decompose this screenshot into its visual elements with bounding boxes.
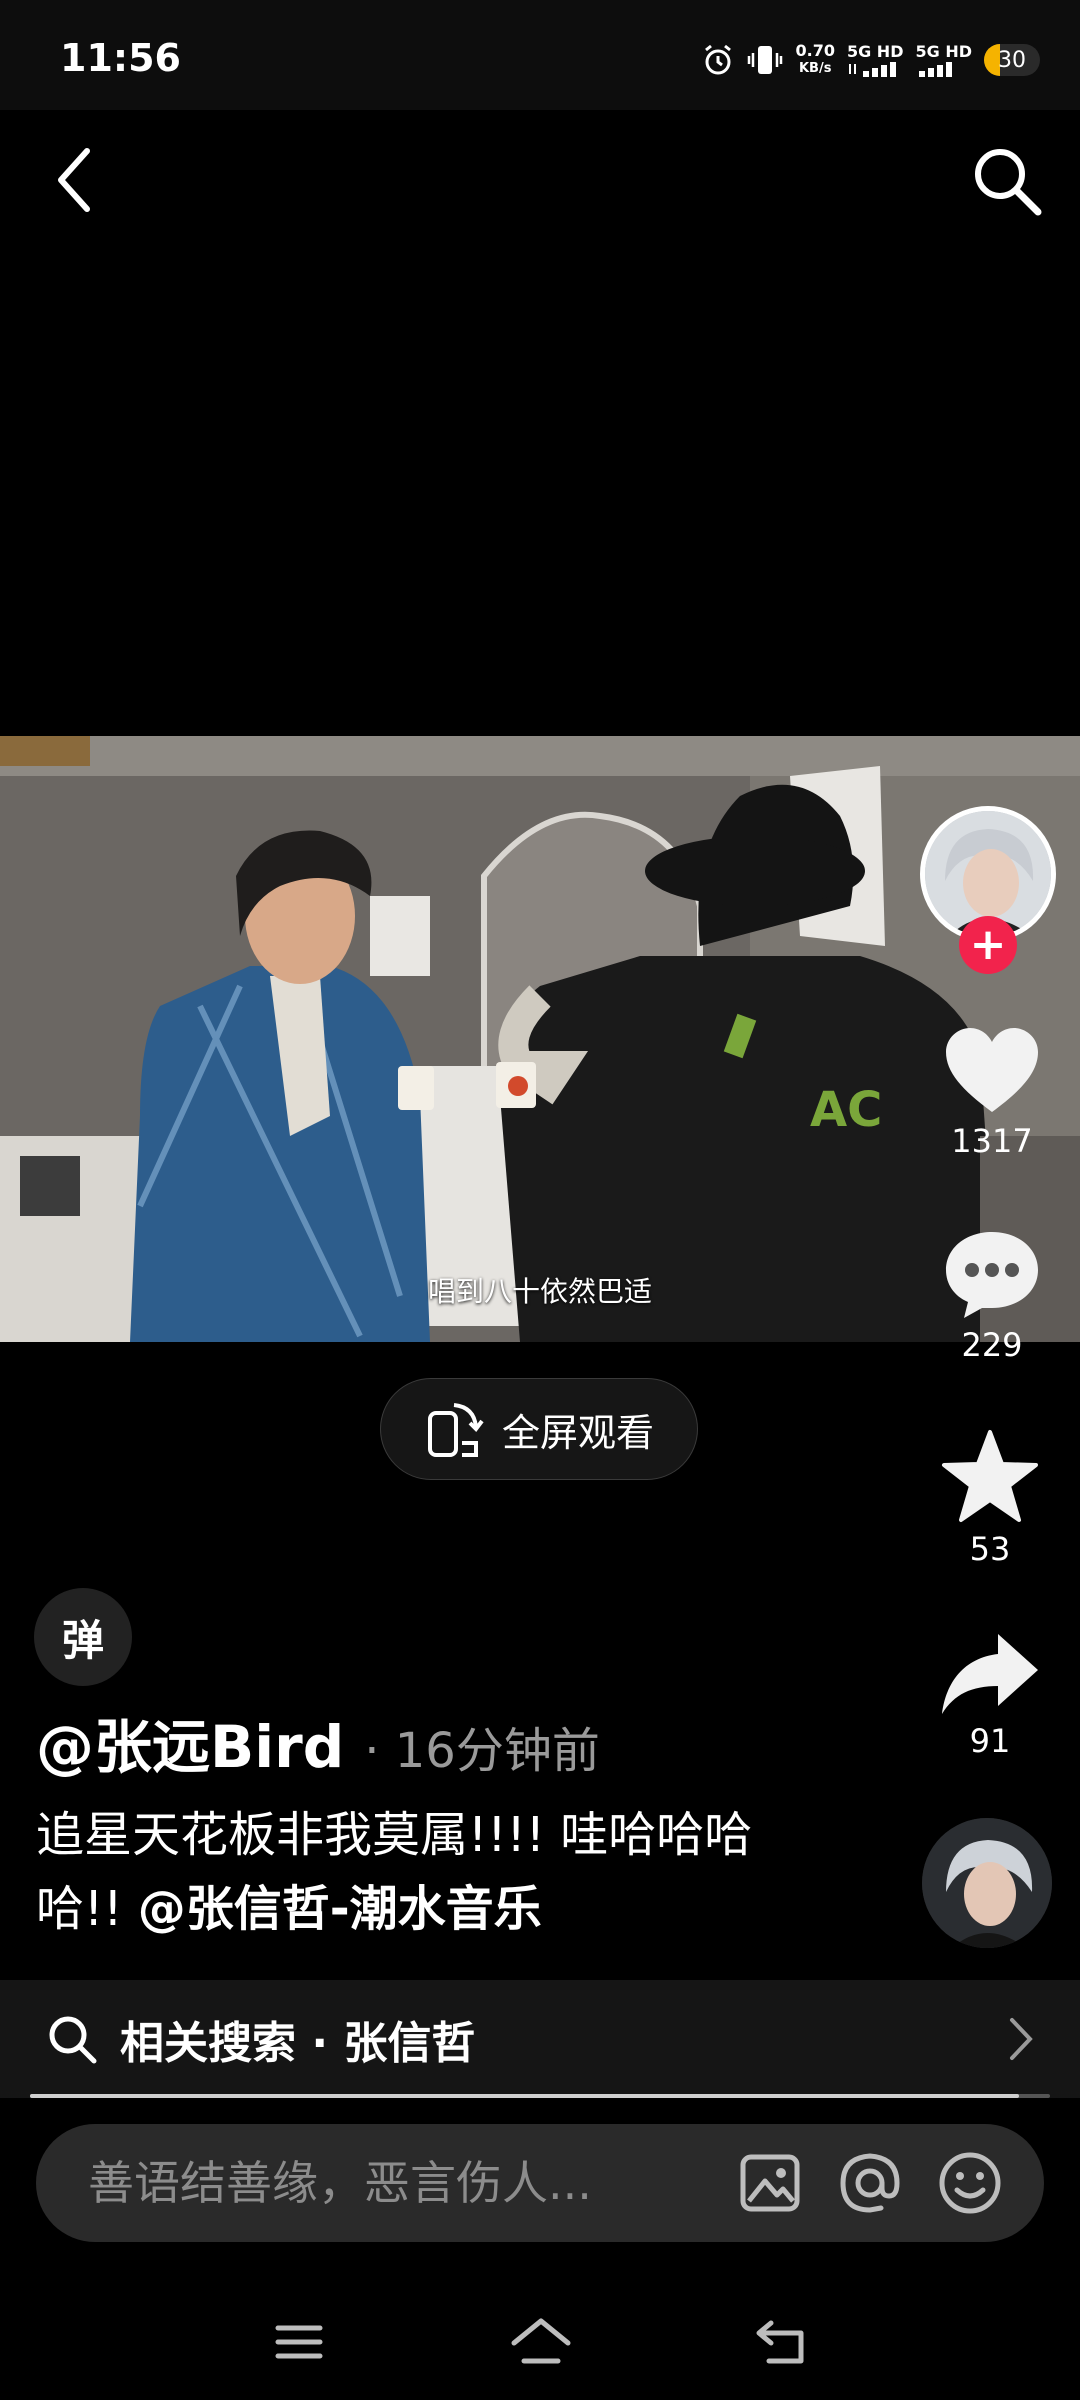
author-name[interactable]: @张远Bird bbox=[36, 1700, 344, 1784]
video-subtitle: 唱到八十依然巴适 bbox=[427, 1275, 652, 1308]
chevron-left-icon bbox=[58, 148, 90, 212]
smiley-icon bbox=[939, 2152, 1001, 2214]
home-button[interactable] bbox=[496, 2302, 586, 2382]
back-nav-button[interactable] bbox=[736, 2302, 826, 2382]
favorite-button[interactable]: 53 bbox=[920, 1428, 1060, 1568]
star-icon bbox=[942, 1430, 1038, 1522]
share-count: 91 bbox=[969, 1722, 1011, 1760]
music-disc-button[interactable] bbox=[922, 1818, 1052, 1948]
sim1-signal: 5G HD bbox=[846, 42, 904, 77]
net-speed-value: 0.70 bbox=[795, 41, 835, 60]
back-arrow-icon bbox=[756, 2320, 804, 2364]
comment-button[interactable]: 229 bbox=[922, 1228, 1062, 1364]
image-icon bbox=[740, 2154, 800, 2212]
danmu-label: 弹 bbox=[61, 1615, 104, 1665]
status-bar: 11:56 0.70 KB/s 5G HD 5G HD 30 bbox=[0, 0, 1080, 110]
like-button[interactable]: 1317 bbox=[922, 1026, 1062, 1160]
back-button[interactable] bbox=[34, 140, 114, 220]
sim1-label: 5G HD bbox=[846, 42, 904, 61]
author-line: @张远Bird · 16分钟前 bbox=[36, 1700, 600, 1784]
battery-indicator: 30 bbox=[984, 44, 1040, 76]
home-icon bbox=[511, 2318, 571, 2364]
menu-icon bbox=[275, 2325, 323, 2359]
mention-button[interactable] bbox=[820, 2133, 920, 2233]
music-disc-cover bbox=[922, 1818, 1052, 1948]
related-search-bar[interactable]: 相关搜索 · 张信哲 bbox=[0, 1980, 1080, 2098]
like-count: 1317 bbox=[951, 1122, 1033, 1160]
svg-text:AC: AC bbox=[810, 1082, 882, 1138]
emoji-button[interactable] bbox=[920, 2133, 1020, 2233]
search-icon bbox=[975, 149, 1042, 216]
comment-count: 229 bbox=[961, 1326, 1023, 1364]
chevron-right-icon bbox=[1010, 2018, 1033, 2060]
playback-progress[interactable] bbox=[30, 2094, 1050, 2098]
mention-link[interactable]: @张信哲-潮水音乐 bbox=[138, 1881, 542, 1937]
rotate-screen-icon bbox=[427, 1403, 484, 1457]
favorite-count: 53 bbox=[969, 1530, 1011, 1568]
net-speed-unit: KB/s bbox=[798, 61, 832, 76]
comment-input[interactable] bbox=[86, 2155, 720, 2211]
net-speed: 0.70 KB/s bbox=[795, 42, 834, 78]
signal-icon bbox=[919, 62, 953, 77]
battery-level: 30 bbox=[998, 47, 1026, 73]
danmu-toggle-button[interactable]: 弹 bbox=[34, 1588, 132, 1686]
menu-button[interactable] bbox=[254, 2302, 344, 2382]
signal-icon bbox=[848, 62, 896, 77]
sim2-signal: 5G HD bbox=[915, 43, 972, 77]
status-icons: 0.70 KB/s 5G HD 5G HD 30 bbox=[701, 38, 1040, 82]
heart-icon bbox=[946, 1028, 1038, 1112]
share-button[interactable]: 91 bbox=[920, 1630, 1060, 1760]
post-time: · 16分钟前 bbox=[364, 1723, 600, 1779]
image-button[interactable] bbox=[720, 2133, 820, 2233]
sim2-label: 5G HD bbox=[915, 42, 972, 61]
at-sign-icon bbox=[840, 2153, 900, 2213]
author-avatar-button[interactable]: + bbox=[918, 806, 1058, 974]
comment-bubble-icon bbox=[946, 1232, 1038, 1318]
status-time: 11:56 bbox=[60, 36, 181, 80]
vibrate-icon bbox=[748, 46, 783, 74]
comment-bar bbox=[36, 2124, 1044, 2242]
post-description: 追星天花板非我莫属!!!! 哇哈哈哈哈!! @张信哲-潮水音乐 bbox=[36, 1798, 816, 1946]
follow-plus-icon[interactable]: + bbox=[959, 916, 1017, 974]
playback-progress-fill bbox=[30, 2094, 1020, 2098]
related-search-label: 相关搜索 · 张信哲 bbox=[120, 2018, 476, 2069]
system-navigation-bar bbox=[0, 2280, 1080, 2400]
share-arrow-icon bbox=[942, 1634, 1038, 1714]
search-button[interactable] bbox=[966, 140, 1046, 220]
fullscreen-button[interactable]: 全屏观看 bbox=[380, 1378, 698, 1480]
fullscreen-label: 全屏观看 bbox=[501, 1410, 654, 1455]
search-icon bbox=[49, 2016, 97, 2064]
alarm-icon bbox=[705, 44, 732, 75]
